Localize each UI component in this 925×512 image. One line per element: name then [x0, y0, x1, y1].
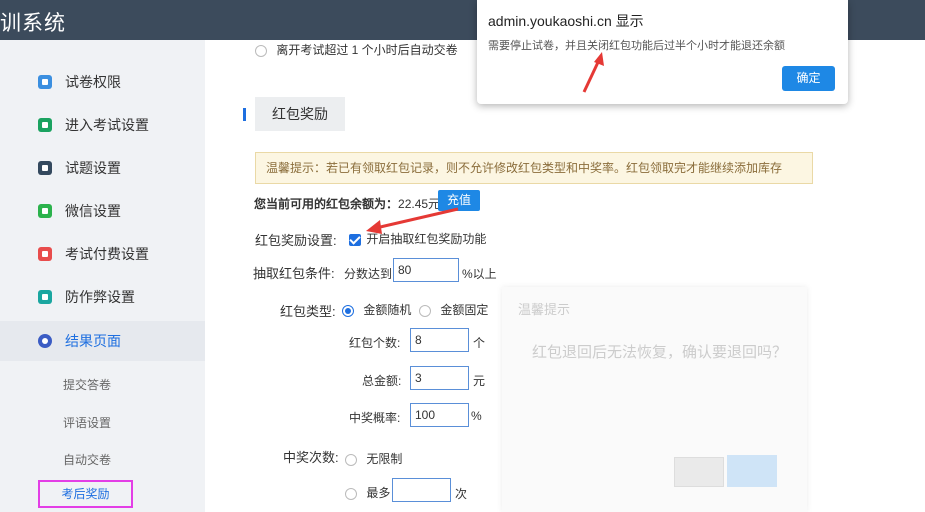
section-title: 红包奖励: [255, 97, 345, 131]
app-title: 训系统: [0, 12, 66, 35]
sidebar-item-label: 结果页面: [65, 333, 121, 349]
count-unit: 个: [473, 336, 486, 350]
auto-submit-label: 离开考试超过 1 个小时后自动交卷: [276, 43, 458, 57]
auto-submit-radio[interactable]: [255, 44, 267, 57]
sidebar-item-label: 微信设置: [65, 203, 121, 219]
condition-prefix: 分数达到: [344, 267, 393, 281]
sidebar-item-payment[interactable]: 考试付费设置: [0, 234, 205, 274]
type-random-label: 金额随机: [363, 303, 412, 317]
amount-unit: 元: [473, 374, 486, 388]
rate-unit: %: [471, 409, 482, 423]
rate-label: 中奖概率:: [349, 411, 401, 425]
annotation-arrow-icon: [582, 52, 604, 93]
type-random-radio[interactable]: [342, 304, 354, 317]
condition-label: 抽取红包条件:: [253, 266, 335, 281]
browser-alert-dialog: admin.youkaoshi.cn 显示 需要停止试卷，并且关闭红包功能后过半…: [477, 0, 848, 104]
sidebar-item-label: 试卷权限: [65, 74, 121, 90]
annotation-arrow-icon: [366, 207, 459, 234]
enter-doc-icon: [38, 118, 52, 132]
background-dialog-message: 红包退回后无法恢复，确认要退回吗？: [532, 344, 788, 361]
app-window: 训系统 试卷权限 进入考试设置 试题设置 微信设置 考试付费设置 防作弊设置 结…: [0, 0, 925, 512]
shield-doc-icon: [38, 75, 52, 89]
sidebar-item-label: 试题设置: [65, 160, 121, 176]
amount-label: 总金额:: [362, 374, 402, 388]
times-unlimited-option[interactable]: 无限制: [345, 450, 402, 467]
shield-icon: [38, 290, 52, 304]
background-dialog-ok-button: [727, 455, 777, 487]
list-icon: [38, 161, 52, 175]
times-max-option[interactable]: 最多: [345, 484, 390, 501]
times-max-radio[interactable]: [345, 487, 357, 500]
count-input[interactable]: 8: [410, 328, 469, 352]
sidebar-sub-submit[interactable]: 提交答卷: [63, 376, 111, 393]
sidebar-item-exam-permission[interactable]: 试卷权限: [0, 62, 205, 102]
sidebar-sub-post-exam-reward[interactable]: 考后奖励: [38, 480, 133, 508]
sidebar-item-label: 进入考试设置: [65, 117, 149, 133]
sidebar-item-wechat[interactable]: 微信设置: [0, 191, 205, 231]
rate-input[interactable]: 100: [410, 403, 469, 427]
alert-origin: admin.youkaoshi.cn 显示: [488, 13, 644, 29]
payment-icon: [38, 247, 52, 261]
auto-submit-option[interactable]: 离开考试超过 1 个小时后自动交卷: [255, 41, 458, 58]
amount-input[interactable]: 3: [410, 366, 469, 390]
reward-enable-checkbox[interactable]: [349, 233, 361, 246]
wechat-icon: [38, 204, 52, 218]
type-fixed-radio[interactable]: [419, 304, 431, 317]
times-unlimited-radio[interactable]: [345, 453, 357, 466]
type-random-option[interactable]: 金额随机: [342, 301, 411, 318]
sidebar-item-enter-exam[interactable]: 进入考试设置: [0, 105, 205, 145]
background-dialog-title: 温馨提示: [518, 302, 571, 317]
type-fixed-option[interactable]: 金额固定: [419, 301, 488, 318]
count-label: 红包个数:: [349, 336, 401, 350]
times-label: 中奖次数:: [283, 450, 339, 465]
type-label: 红包类型:: [280, 304, 336, 319]
section-marker: [243, 108, 246, 121]
notice-banner: 温馨提示：若已有领取红包记录，则不允许修改红包类型和中奖率。红包领取完才能继续添…: [255, 152, 813, 184]
sidebar-item-result-page[interactable]: 结果页面: [0, 321, 205, 361]
times-unit: 次: [455, 487, 468, 501]
times-unlimited-label: 无限制: [366, 452, 403, 466]
sidebar-sub-auto-submit[interactable]: 自动交卷: [63, 451, 111, 468]
sidebar-item-label: 防作弊设置: [65, 289, 135, 305]
sidebar-item-label: 考试付费设置: [65, 246, 149, 262]
times-max-input[interactable]: [392, 478, 451, 502]
background-dialog-cancel-button: [674, 457, 724, 487]
sidebar-item-anti-cheat[interactable]: 防作弊设置: [0, 277, 205, 317]
times-max-label: 最多: [366, 486, 391, 500]
background-confirm-dialog: 温馨提示 红包退回后无法恢复，确认要退回吗？: [502, 287, 807, 512]
condition-suffix: %以上: [462, 267, 497, 281]
reward-setting-label: 红包奖励设置:: [255, 233, 337, 248]
type-fixed-label: 金额固定: [440, 303, 489, 317]
sidebar: 试卷权限 进入考试设置 试题设置 微信设置 考试付费设置 防作弊设置 结果页面 …: [0, 40, 205, 512]
alert-message: 需要停止试卷，并且关闭红包功能后过半个小时才能退还余额: [488, 40, 785, 52]
sidebar-item-questions[interactable]: 试题设置: [0, 148, 205, 188]
condition-score-input[interactable]: 80: [393, 258, 459, 282]
sidebar-sub-comment[interactable]: 评语设置: [63, 414, 111, 431]
alert-ok-button[interactable]: 确定: [782, 66, 835, 91]
eye-icon: [38, 334, 52, 348]
